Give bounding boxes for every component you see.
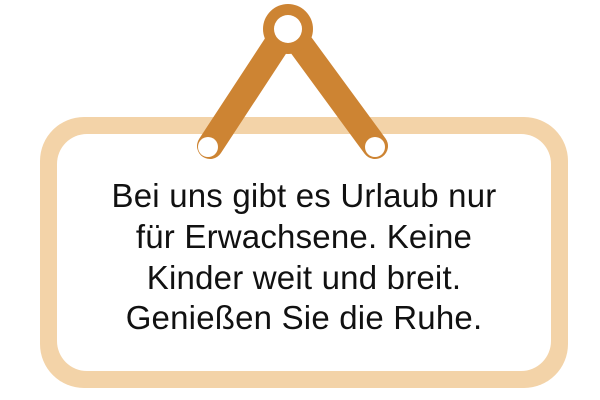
hanger-left-rivet (198, 137, 218, 157)
hanger-top-hole (274, 15, 302, 43)
hanger-right-rivet (365, 137, 385, 157)
hanger-icon (197, 4, 388, 159)
sign-canvas: Bei uns gibt es Urlaub nur für Erwachsen… (0, 0, 600, 400)
